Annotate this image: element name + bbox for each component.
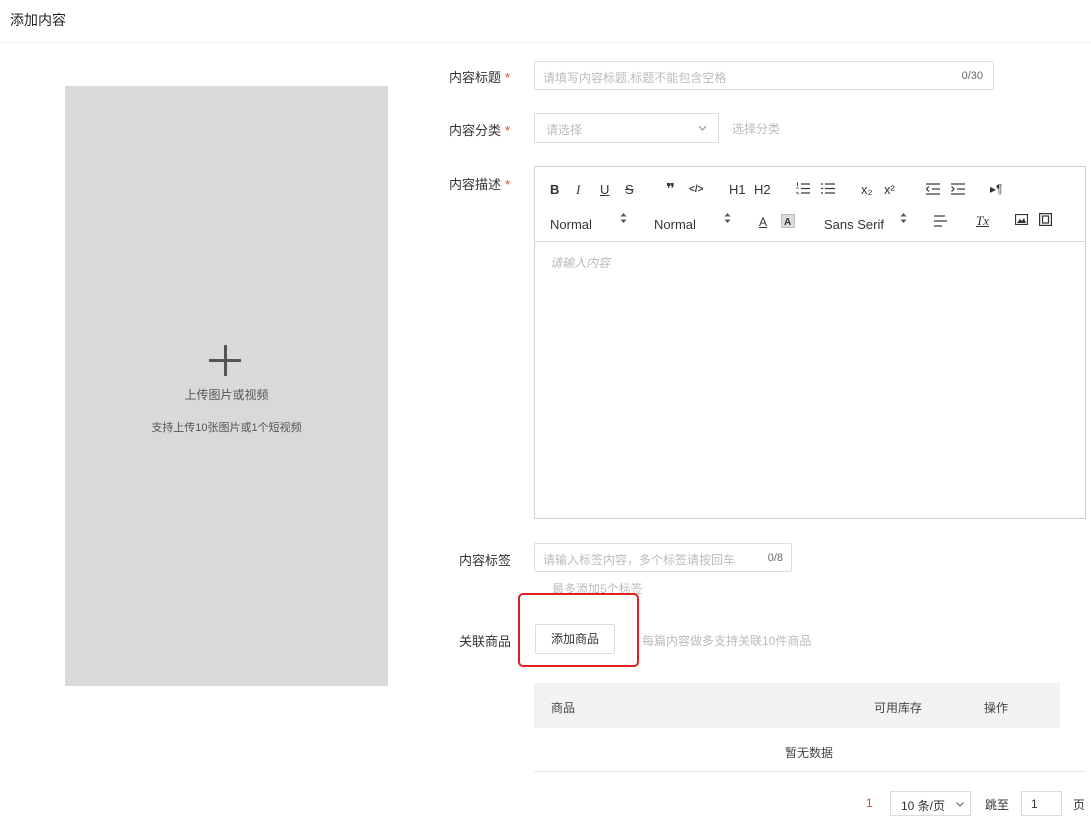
outdent-icon[interactable] bbox=[926, 183, 940, 195]
goto-page-value: 1 bbox=[1031, 797, 1038, 811]
video-icon[interactable] bbox=[1039, 213, 1052, 226]
strike-button[interactable]: S bbox=[625, 182, 634, 197]
bold-button[interactable]: B bbox=[550, 182, 559, 197]
empty-state-text: 暂无数据 bbox=[785, 746, 834, 760]
goto-page-input[interactable]: 1 bbox=[1021, 791, 1062, 816]
products-hint: 每篇内容做多支持关联10件商品 bbox=[642, 634, 812, 648]
text-direction-button[interactable]: ▸¶ bbox=[990, 182, 1002, 196]
tags-counter: 0/8 bbox=[767, 552, 783, 564]
page-size-select[interactable]: 10 条/页 bbox=[890, 791, 971, 816]
page-size-label: 10 条/页 bbox=[901, 799, 946, 813]
text-color-button[interactable]: A bbox=[759, 215, 767, 229]
chevron-down-icon bbox=[698, 125, 707, 131]
subscript-button[interactable]: x₂ bbox=[861, 182, 873, 197]
select-arrows-icon bbox=[724, 213, 731, 223]
code-icon[interactable]: </> bbox=[689, 184, 703, 195]
title-input[interactable]: 请填写内容标题,标题不能包含空格 0/30 bbox=[534, 61, 994, 90]
select-arrows-icon bbox=[620, 213, 627, 223]
superscript-button[interactable]: x² bbox=[884, 182, 895, 197]
upload-title: 上传图片或视频 bbox=[184, 388, 269, 402]
products-label: 关联商品 bbox=[459, 634, 512, 649]
plus-icon-vertical[interactable] bbox=[224, 345, 227, 376]
page-title: 添加内容 bbox=[10, 12, 66, 28]
underline-button[interactable]: U bbox=[600, 182, 609, 197]
clear-format-button[interactable]: Tx bbox=[976, 213, 989, 229]
description-label: 内容描述 * bbox=[449, 177, 511, 192]
ordered-list-icon[interactable] bbox=[796, 182, 810, 195]
svg-text:A: A bbox=[784, 217, 791, 228]
header1-button[interactable]: H1 bbox=[729, 182, 746, 197]
category-placeholder: 请选择 bbox=[546, 123, 583, 137]
title-counter: 0/30 bbox=[961, 70, 983, 82]
title-placeholder: 请填写内容标题,标题不能包含空格 bbox=[543, 71, 727, 85]
image-icon[interactable] bbox=[1015, 214, 1028, 225]
italic-button[interactable]: I bbox=[576, 182, 580, 198]
select-arrows-icon bbox=[900, 213, 907, 223]
highlight-box bbox=[518, 593, 639, 667]
column-actions: 操作 bbox=[984, 701, 1009, 715]
tags-label: 内容标签 bbox=[459, 553, 512, 568]
title-label: 内容标题 * bbox=[449, 70, 511, 85]
rich-text-editor[interactable] bbox=[534, 166, 1086, 519]
header-select[interactable]: Normal bbox=[550, 217, 592, 232]
page-suffix: 页 bbox=[1073, 798, 1086, 812]
tags-input[interactable]: 请输入标签内容，多个标签请按回车 0/8 bbox=[534, 543, 792, 572]
align-icon[interactable] bbox=[934, 215, 947, 227]
category-select[interactable]: 请选择 bbox=[534, 113, 719, 143]
bullet-list-icon[interactable] bbox=[821, 182, 835, 195]
size-select[interactable]: Normal bbox=[654, 217, 696, 232]
category-label: 内容分类 * bbox=[449, 123, 511, 138]
table-header bbox=[534, 683, 1060, 728]
column-stock: 可用库存 bbox=[874, 701, 923, 715]
goto-label: 跳至 bbox=[985, 798, 1010, 812]
pager-current-page[interactable]: 1 bbox=[866, 796, 873, 810]
column-product: 商品 bbox=[551, 701, 576, 715]
table-bottom-border bbox=[534, 771, 1086, 772]
category-hint: 选择分类 bbox=[732, 122, 781, 136]
indent-icon[interactable] bbox=[951, 183, 965, 195]
chevron-down-icon bbox=[956, 802, 964, 807]
background-color-icon[interactable]: A bbox=[781, 214, 795, 228]
quote-icon[interactable]: ❞ bbox=[666, 180, 675, 198]
toolbar-divider bbox=[534, 241, 1086, 242]
header-divider bbox=[0, 42, 1091, 43]
upload-hint: 支持上传10张图片或1个短视频 bbox=[151, 422, 302, 434]
font-select[interactable]: Sans Serif bbox=[824, 217, 884, 232]
tags-placeholder: 请输入标签内容，多个标签请按回车 bbox=[543, 553, 736, 567]
description-placeholder: 请输入内容 bbox=[550, 256, 611, 270]
header2-button[interactable]: H2 bbox=[754, 182, 771, 197]
